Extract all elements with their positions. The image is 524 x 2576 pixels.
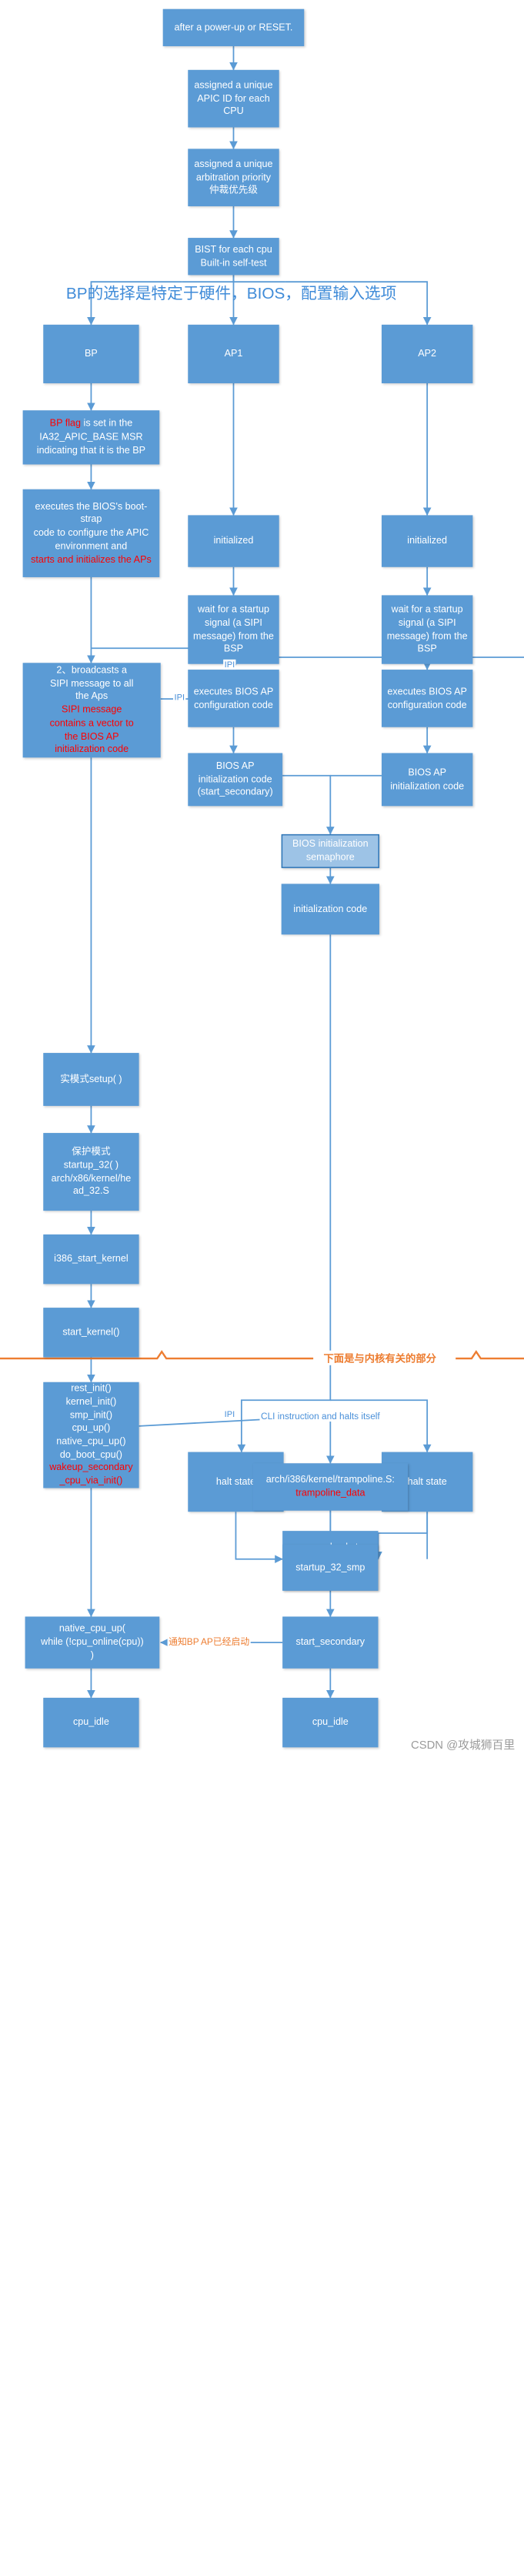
node-bp-flag[interactable]: BP flag is set in the IA32_APIC_BASE MSR… [22, 410, 160, 465]
node-cpu-idle-left[interactable]: cpu_idle [43, 1697, 139, 1748]
bootstrap-highlight: starts and initializes the APs [31, 553, 152, 565]
edge-label-notify-bp: 通知BP AP已经启动 [167, 1635, 251, 1649]
node-i386-start-kernel[interactable]: i386_start_kernel [43, 1234, 139, 1285]
node-bios-bootstrap[interactable]: executes the BIOS's boot-strap code to c… [22, 489, 160, 577]
node-ap2-bios-config[interactable]: executes BIOS AP configuration code [381, 670, 473, 727]
bp-flag-highlight: BP flag [49, 417, 82, 429]
node-ap1-bios-config[interactable]: executes BIOS AP configuration code [188, 670, 279, 727]
node-native-cpu-up[interactable]: native_cpu_up( while (!cpu_online(cpu)) … [25, 1616, 160, 1669]
node-rest-init[interactable]: rest_init() kernel_init() smp_init() cpu… [43, 1382, 139, 1488]
node-ap1[interactable]: AP1 [188, 324, 279, 384]
node-ap2-initialized[interactable]: initialized [381, 515, 473, 567]
node-sipi-broadcast[interactable]: 2、broadcasts a SIPI message to all the A… [22, 663, 161, 758]
connector-layer [0, 46, 524, 1699]
edge-label-ipi-rest-init: IPI [223, 1408, 236, 1420]
node-ap2-init-code[interactable]: BIOS AP initialization code [381, 753, 473, 807]
node-ap2-wait-startup[interactable]: wait for a startup signal (a SIPI messag… [381, 595, 473, 664]
node-ap1-initialized[interactable]: initialized [188, 515, 279, 567]
node-real-mode-setup[interactable]: 实模式setup( ) [43, 1053, 139, 1106]
node-start-secondary[interactable]: start_secondary [282, 1616, 379, 1669]
node-ap1-wait-startup[interactable]: wait for a startup signal (a SIPI messag… [188, 595, 279, 664]
node-power-up[interactable]: after a power-up or RESET. [162, 8, 305, 47]
node-ap2[interactable]: AP2 [381, 324, 473, 384]
node-start-kernel[interactable]: start_kernel() [43, 1308, 139, 1358]
node-cpu-idle-right[interactable]: cpu_idle [282, 1697, 379, 1748]
node-bp[interactable]: BP [43, 324, 139, 384]
watermark: CSDN @攻城狮百里 [411, 1739, 516, 1752]
node-initialization-code[interactable]: initialization code [281, 884, 379, 935]
node-apic-id[interactable]: assigned a unique APIC ID for each CPU [188, 69, 279, 128]
node-startup-32-smp[interactable]: startup_32_smp [282, 1544, 379, 1591]
node-bios-init-semaphore[interactable]: BIOS initialization semaphore [281, 834, 379, 868]
node-protected-mode[interactable]: 保护模式 startup_32( ) arch/x86/kernel/he ad… [43, 1133, 139, 1211]
node-trampoline[interactable]: arch/i386/kernel/trampoline.S: trampolin… [252, 1463, 408, 1511]
divider-label-kernel: 下面是与内核有关的部分 [321, 1350, 439, 1365]
node-bist[interactable]: BIST for each cpu Built-in self-test [188, 238, 279, 276]
kernel-divider-line [0, 1350, 524, 1360]
edge-label-ipi-ap1: IPI [223, 659, 236, 670]
edge-label-ipi-sipi: IPI [173, 692, 186, 703]
node-ap1-init-code[interactable]: BIOS AP initialization code (start_secon… [188, 753, 283, 807]
flowchart-canvas: after a power-up or RESET. assigned a un… [0, 0, 524, 1759]
edge-label-cli-halt: CLI instruction and halts itself [259, 1411, 382, 1422]
note-bp-selection: BP的选择是特定于硬件，BIOS，配置输入选项 [65, 284, 397, 302]
node-arbitration-priority[interactable]: assigned a unique arbitration priority 仲… [188, 149, 279, 207]
